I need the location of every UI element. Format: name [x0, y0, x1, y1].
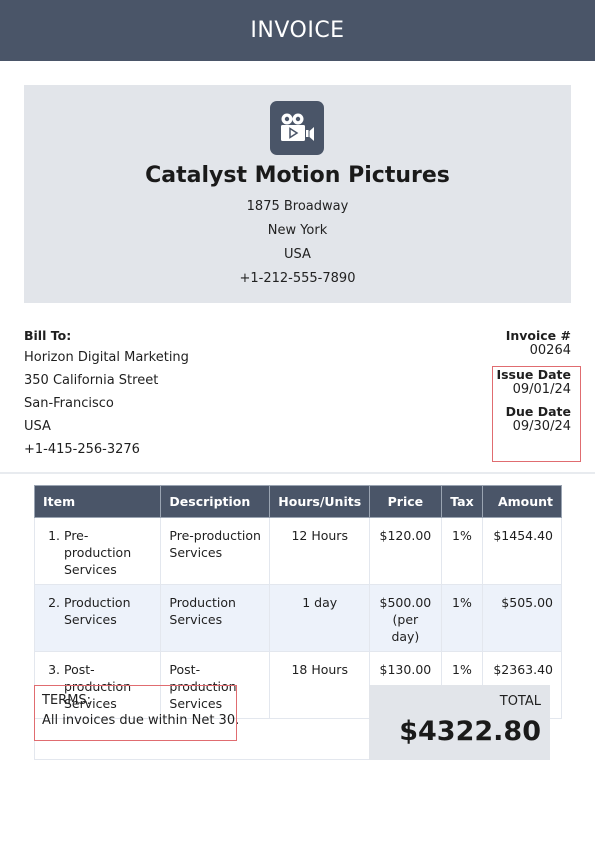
col-header-hours: Hours/Units: [269, 485, 371, 518]
item-units: 12 Hours: [269, 517, 371, 585]
company-address-street: 1875 Broadway: [246, 199, 349, 214]
line-items-table: Item Description Hours/Units Price Tax A…: [33, 485, 562, 719]
table-header-row: Item Description Hours/Units Price Tax A…: [33, 485, 562, 518]
bill-to-section: Bill To: Horizon Digital Marketing 350 C…: [24, 328, 189, 464]
item-tax: 1%: [440, 517, 484, 585]
header-bar: INVOICE: [0, 0, 595, 61]
item-price: $130.00: [379, 662, 432, 677]
total-panel: TOTAL $4322.80: [369, 685, 550, 760]
invoice-number-label: Invoice #: [505, 328, 571, 343]
item-amount: $505.00: [482, 584, 562, 652]
terms-highlight: [34, 685, 237, 741]
col-header-item: Item: [33, 485, 162, 518]
invoice-number: 00264: [529, 343, 571, 358]
item-price: $120.00: [379, 528, 432, 543]
company-address-city: New York: [267, 223, 328, 238]
bill-to-phone: +1-415-256-3276: [24, 442, 140, 457]
item-tax: 1%: [440, 584, 484, 652]
col-header-amount: Amount: [482, 485, 562, 518]
col-header-description: Description: [160, 485, 271, 518]
company-address-country: USA: [284, 247, 311, 262]
item-name: Production Services: [64, 595, 131, 627]
company-name: Catalyst Motion Pictures: [145, 163, 450, 188]
dates-highlight: [492, 366, 581, 462]
company-panel: Catalyst Motion Pictures 1875 Broadway N…: [24, 85, 571, 303]
invoice-title: INVOICE: [250, 18, 345, 43]
item-price: $500.00: [379, 595, 432, 610]
section-divider: [0, 472, 595, 474]
bill-to-name: Horizon Digital Marketing: [24, 350, 189, 365]
company-phone: +1-212-555-7890: [239, 271, 356, 286]
item-description: Production Services: [160, 584, 271, 652]
item-name: Pre-production Services: [64, 528, 132, 577]
company-logo: [270, 101, 324, 155]
item-number: 2.: [48, 595, 60, 610]
bill-to-label: Bill To:: [24, 328, 72, 343]
table-row: 2. Production Services Production Service…: [33, 584, 562, 652]
item-units: 1 day: [269, 584, 371, 652]
bill-to-country: USA: [24, 419, 51, 434]
total-label: TOTAL: [499, 694, 541, 709]
bill-to-city: San-Francisco: [24, 396, 114, 411]
col-header-price: Price: [369, 485, 442, 518]
bill-to-street: 350 California Street: [24, 373, 159, 388]
total-value: $4322.80: [399, 716, 541, 747]
col-header-tax: Tax: [440, 485, 484, 518]
item-description: Pre-production Services: [160, 517, 271, 585]
video-camera-icon: [281, 113, 314, 141]
table-row: 1. Pre-production Services Pre-production…: [33, 517, 562, 585]
item-amount: $1454.40: [482, 517, 562, 585]
item-number: 1.: [48, 528, 60, 543]
item-price-note: (per day): [391, 612, 420, 644]
